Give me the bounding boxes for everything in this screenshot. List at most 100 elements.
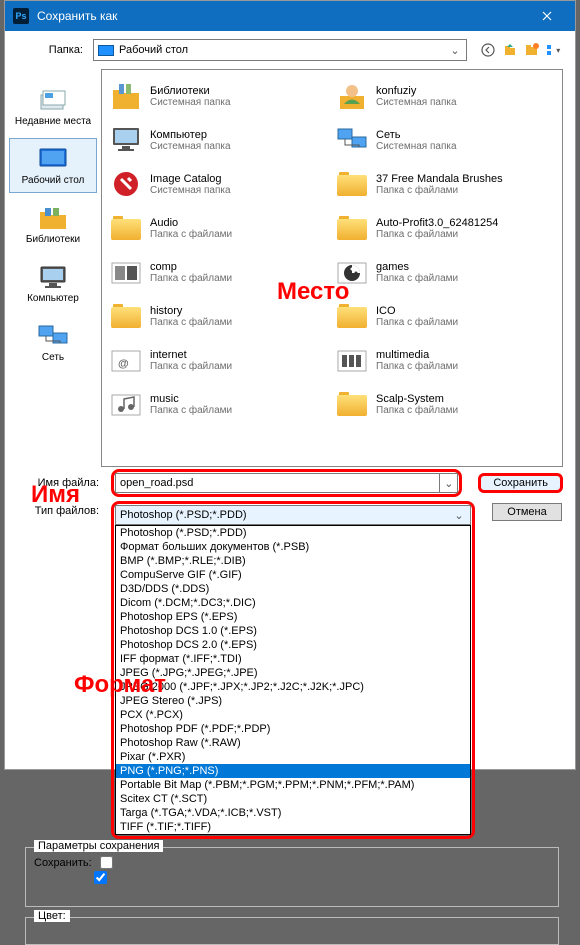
format-option[interactable]: Photoshop (*.PSD;*.PDD)	[116, 526, 470, 540]
filetype-dropdown[interactable]: Photoshop (*.PSD;*.PDD) ⌄	[115, 505, 471, 525]
format-option[interactable]: IFF формат (*.IFF;*.TDI)	[116, 652, 470, 666]
format-option[interactable]: Portable Bit Map (*.PBM;*.PGM;*.PPM;*.PN…	[116, 778, 470, 792]
list-item[interactable]: Auto-Profit3.0_62481254Папка с файлами	[332, 206, 558, 250]
view-icon[interactable]: ▾	[545, 41, 563, 59]
item-subtitle: Папка с файлами	[150, 405, 232, 416]
format-option[interactable]: CompuServe GIF (*.GIF)	[116, 568, 470, 582]
sidebar-item-computer[interactable]: Компьютер	[9, 256, 97, 311]
format-option[interactable]: Photoshop EPS (*.EPS)	[116, 610, 470, 624]
back-icon[interactable]	[479, 41, 497, 59]
format-option[interactable]: Targa (*.TGA;*.VDA;*.ICB;*.VST)	[116, 806, 470, 820]
chevron-down-icon: ⌄	[448, 44, 462, 57]
close-button[interactable]	[527, 1, 567, 31]
format-option[interactable]: Формат больших документов (*.PSB)	[116, 540, 470, 554]
desktop-icon	[98, 45, 114, 56]
sidebar-item-label: Рабочий стол	[22, 175, 85, 186]
list-item[interactable]: Scalp-SystemПапка с файлами	[332, 382, 558, 426]
params-checkbox-2[interactable]	[94, 871, 107, 884]
save-button[interactable]: Сохранить	[478, 473, 563, 493]
sidebar-item-network[interactable]: Сеть	[9, 315, 97, 370]
format-option[interactable]: JPEG Stereo (*.JPS)	[116, 694, 470, 708]
folder-icon	[334, 166, 370, 202]
sidebar-item-libraries[interactable]: Библиотеки	[9, 197, 97, 252]
item-subtitle: Папка с файлами	[376, 405, 458, 416]
folder-label: Папка:	[17, 44, 87, 56]
color-legend: Цвет:	[34, 910, 70, 922]
cancel-button[interactable]: Отмена	[492, 503, 561, 521]
folder-name: Рабочий стол	[119, 44, 448, 56]
item-subtitle: Системная папка	[150, 97, 231, 108]
item-name: history	[150, 305, 232, 317]
list-item[interactable]: КомпьютерСистемная папка	[106, 118, 332, 162]
up-icon[interactable]	[501, 41, 519, 59]
save-params-group: Параметры сохранения Сохранить:	[25, 847, 559, 907]
comp-icon	[108, 122, 144, 158]
list-item[interactable]: @ internetПапка с файлами	[106, 338, 332, 382]
libraries-icon	[37, 204, 69, 232]
format-option[interactable]: Photoshop DCS 2.0 (*.EPS)	[116, 638, 470, 652]
format-option[interactable]: Photoshop Raw (*.RAW)	[116, 736, 470, 750]
annotation-location: Место	[277, 278, 349, 306]
sidebar: Недавние места Рабочий стол Библиотеки Комп…	[5, 69, 101, 467]
sidebar-item-label: Компьютер	[27, 293, 79, 304]
item-subtitle: Папка с файлами	[376, 229, 498, 240]
format-option[interactable]: JPEG 2000 (*.JPF;*.JPX;*.JP2;*.J2C;*.J2K…	[116, 680, 470, 694]
format-option[interactable]: D3D/DDS (*.DDS)	[116, 582, 470, 596]
format-option[interactable]: PNG (*.PNG;*.PNS)	[116, 764, 470, 778]
kav-icon	[108, 166, 144, 202]
format-option[interactable]: Photoshop DCS 1.0 (*.EPS)	[116, 624, 470, 638]
format-option[interactable]: Мультиформатная поддержка изображений (*…	[116, 834, 470, 835]
filename-input[interactable]	[115, 473, 440, 493]
list-item[interactable]: gamesПапка с файлами	[332, 250, 558, 294]
format-option[interactable]: Photoshop PDF (*.PDF;*.PDP)	[116, 722, 470, 736]
sidebar-item-desktop[interactable]: Рабочий стол	[9, 138, 97, 193]
fthumb-i-icon: @	[108, 342, 144, 378]
new-folder-icon[interactable]	[523, 41, 541, 59]
item-subtitle: Папка с файлами	[150, 229, 232, 240]
list-item[interactable]: multimediaПапка с файлами	[332, 338, 558, 382]
list-item[interactable]: Image CatalogСистемная папка	[106, 162, 332, 206]
sidebar-item-label: Библиотеки	[26, 234, 80, 245]
item-subtitle: Системная папка	[150, 141, 231, 152]
format-option[interactable]: BMP (*.BMP;*.RLE;*.DIB)	[116, 554, 470, 568]
params-checkbox-1[interactable]	[100, 856, 113, 869]
list-item[interactable]: musicПапка с файлами	[106, 382, 332, 426]
format-option[interactable]: Pixar (*.PXR)	[116, 750, 470, 764]
format-option[interactable]: TIFF (*.TIF;*.TIFF)	[116, 820, 470, 834]
item-name: konfuziy	[376, 85, 457, 97]
list-item[interactable]: konfuziyСистемная папка	[332, 74, 558, 118]
format-option[interactable]: Dicom (*.DCM;*.DC3;*.DIC)	[116, 596, 470, 610]
filetype-options-list[interactable]: Photoshop (*.PSD;*.PDD)Формат больших до…	[115, 525, 471, 835]
desktop-icon	[37, 145, 69, 173]
user-icon	[334, 78, 370, 114]
list-item[interactable]: 37 Free Mandala BrushesПапка с файлами	[332, 162, 558, 206]
list-item[interactable]: БиблиотекиСистемная папка	[106, 74, 332, 118]
format-option[interactable]: PCX (*.PCX)	[116, 708, 470, 722]
item-name: ICO	[376, 305, 458, 317]
list-item[interactable]: ICOПапка с файлами	[332, 294, 558, 338]
color-group: Цвет:	[25, 917, 559, 945]
sidebar-item-label: Недавние места	[15, 116, 91, 127]
folder-icon	[334, 210, 370, 246]
format-option[interactable]: JPEG (*.JPG;*.JPEG;*.JPE)	[116, 666, 470, 680]
format-option[interactable]: Scitex CT (*.SCT)	[116, 792, 470, 806]
titlebar: Ps Сохранить как	[5, 1, 575, 31]
lib-icon	[108, 78, 144, 114]
file-list[interactable]: БиблиотекиСистемная папкаkonfuziyСистемн…	[101, 69, 563, 467]
item-subtitle: Папка с файлами	[150, 317, 232, 328]
window-title: Сохранить как	[37, 9, 527, 23]
item-name: Компьютер	[150, 129, 231, 141]
folder-dropdown[interactable]: Рабочий стол ⌄	[93, 39, 467, 61]
filename-dropdown-arrow[interactable]: ⌄	[440, 473, 458, 493]
item-subtitle: Папка с файлами	[376, 317, 458, 328]
item-subtitle: Папка с файлами	[150, 273, 232, 284]
item-subtitle: Папка с файлами	[150, 361, 232, 372]
item-name: music	[150, 393, 232, 405]
folder-icon	[334, 386, 370, 422]
item-name: Auto-Profit3.0_62481254	[376, 217, 498, 229]
item-name: internet	[150, 349, 232, 361]
sidebar-item-recent[interactable]: Недавние места	[9, 79, 97, 134]
item-subtitle: Папка с файлами	[376, 361, 458, 372]
list-item[interactable]: СетьСистемная папка	[332, 118, 558, 162]
list-item[interactable]: AudioПапка с файлами	[106, 206, 332, 250]
